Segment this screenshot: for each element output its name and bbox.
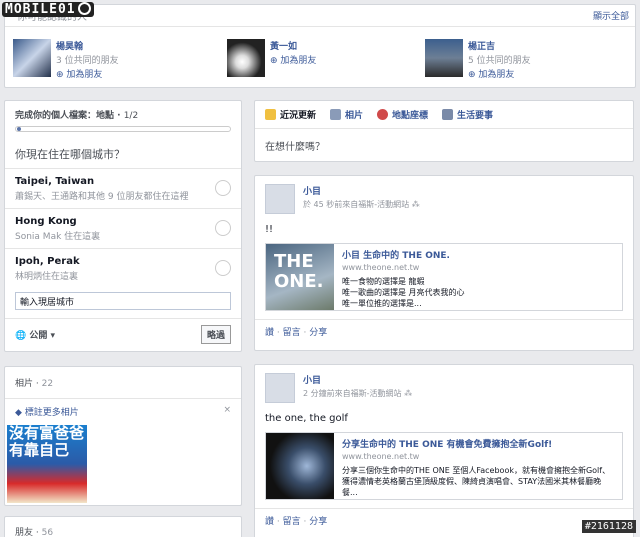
pencil-icon bbox=[265, 109, 276, 120]
progress-fill bbox=[17, 127, 21, 131]
city-friends: Sonia Mak 住在這裏 bbox=[15, 232, 101, 242]
city-name: Taipei, Taiwan bbox=[15, 176, 95, 187]
image-id-stamp: #2161128 bbox=[581, 520, 636, 533]
tag-icon: ◆ bbox=[15, 408, 25, 418]
avatar[interactable] bbox=[13, 39, 51, 77]
status-composer: 近況更新 相片 地點座標 生活要事 在想什麼嗎？ bbox=[254, 100, 634, 162]
photos-card: 相片 · 22 ◆ 標註更多相片 × 沒有富爸爸 有靠自己 bbox=[4, 366, 242, 506]
friends-count: 56 bbox=[41, 528, 54, 537]
people-icon: ⁂ bbox=[409, 200, 420, 209]
post-text: the one, the golf bbox=[265, 413, 348, 424]
add-friend-icon: ⊕ bbox=[270, 56, 281, 66]
progress-bar bbox=[15, 126, 231, 132]
tab-life-event[interactable]: 生活要事 bbox=[442, 108, 493, 121]
link-description: 唯一食物的選擇是 龍蝦 唯一歌曲的選擇是 月亮代表我的心 唯一單位推的選擇是..… bbox=[342, 277, 465, 308]
city-radio[interactable] bbox=[215, 220, 231, 236]
like-link[interactable]: 讚 bbox=[265, 517, 274, 527]
show-all-link[interactable]: 顯示全部 bbox=[593, 9, 629, 22]
person-name[interactable]: 黃一如 bbox=[270, 39, 316, 52]
share-link[interactable]: 分享 bbox=[309, 328, 327, 338]
flag-icon bbox=[442, 109, 454, 120]
comment-link[interactable]: 留言 bbox=[283, 328, 301, 338]
globe-icon: 🌐 bbox=[15, 331, 30, 341]
city-question: 你現在住在哪個城市？ bbox=[15, 148, 125, 161]
avatar[interactable] bbox=[265, 373, 295, 403]
chevron-down-icon: ▾ bbox=[47, 331, 56, 341]
link-title[interactable]: 小目 生命中的 THE ONE. bbox=[342, 248, 465, 261]
photos-count: 22 bbox=[41, 379, 54, 389]
mutual-friends[interactable]: 3 位共同的朋友 bbox=[56, 53, 119, 66]
people-icon: ⁂ bbox=[401, 389, 413, 398]
composer-tabs: 近況更新 相片 地點座標 生活要事 bbox=[255, 101, 633, 129]
city-friends: 蕭錫天、王通路和其他 9 位朋友都住在這裡 bbox=[15, 192, 189, 202]
city-friends: 林明炳住在這裏 bbox=[15, 272, 79, 282]
post-meta[interactable]: 於 45 秒前來自福斯-活動網站 ⁂ bbox=[303, 199, 420, 210]
add-friend-button[interactable]: ⊕ 加為朋友 bbox=[468, 67, 531, 80]
post-header: 小目 2 分鐘前來自福斯-活動網站 ⁂ bbox=[255, 365, 633, 411]
add-friend-icon: ⊕ bbox=[56, 70, 67, 80]
tab-status-update[interactable]: 近況更新 bbox=[265, 108, 316, 121]
share-link[interactable]: 分享 bbox=[309, 517, 327, 527]
tab-place[interactable]: 地點座標 bbox=[377, 108, 428, 121]
post-header: 小目 於 45 秒前來自福斯-活動網站 ⁂ bbox=[255, 176, 633, 222]
close-icon[interactable]: × bbox=[223, 405, 231, 418]
city-option[interactable]: Taipei, Taiwan 蕭錫天、王通路和其他 9 位朋友都住在這裡 bbox=[5, 168, 241, 208]
tab-photo[interactable]: 相片 bbox=[330, 108, 363, 121]
post-actions: 讚 · 留言 · 分享 bbox=[255, 508, 633, 532]
photos-header[interactable]: 相片 · 22 bbox=[5, 367, 241, 399]
current-city-input[interactable]: 輸入現居城市 bbox=[15, 292, 231, 310]
link-thumbnail[interactable]: THE ONE. bbox=[266, 244, 334, 310]
person-name[interactable]: 楊正吉 bbox=[468, 39, 531, 52]
friends-header[interactable]: 朋友 · 56 bbox=[5, 517, 241, 537]
comment-link[interactable]: 留言 bbox=[283, 517, 301, 527]
add-friend-button[interactable]: ⊕ 加為朋友 bbox=[56, 67, 119, 80]
shared-link[interactable]: 分享生命中的 THE ONE 有機會免費擁抱全新Golf! www.theone… bbox=[265, 432, 623, 500]
pymk-person: 楊正吉 5 位共同的朋友 ⊕ 加為朋友 bbox=[425, 39, 531, 80]
city-name: Hong Kong bbox=[15, 216, 77, 227]
pymk-person: 黃一如 ⊕ 加為朋友 bbox=[227, 39, 316, 77]
avatar[interactable] bbox=[227, 39, 265, 77]
feed-post: 小目 2 分鐘前來自福斯-活動網站 ⁂ the one, the golf 分享… bbox=[254, 364, 634, 537]
shared-link[interactable]: THE ONE. 小目 生命中的 THE ONE. www.theone.net… bbox=[265, 243, 623, 311]
city-option[interactable]: Ipoh, Perak 林明炳住在這裏 bbox=[5, 248, 241, 288]
map-pin-icon bbox=[377, 109, 389, 120]
friends-card: 朋友 · 56 bbox=[4, 516, 242, 537]
post-actions: 讚 · 留言 · 分享 bbox=[255, 319, 633, 343]
post-text: !! bbox=[265, 224, 274, 235]
tag-more-photos[interactable]: ◆ 標註更多相片 × bbox=[5, 399, 241, 424]
link-thumbnail[interactable] bbox=[266, 433, 334, 499]
link-description: 分享三個你生命中的THE ONE 至個人Facebook，就有機會擁抱全新Gol… bbox=[342, 466, 611, 497]
feed-post: 小目 於 45 秒前來自福斯-活動網站 ⁂ !! THE ONE. 小目 生命中… bbox=[254, 175, 634, 351]
add-friend-icon: ⊕ bbox=[468, 70, 479, 80]
person-name[interactable]: 楊昊翰 bbox=[56, 39, 119, 52]
skip-button[interactable]: 略過 bbox=[200, 325, 231, 344]
add-friend-button[interactable]: ⊕ 加為朋友 bbox=[270, 53, 316, 66]
post-author[interactable]: 小目 bbox=[303, 184, 420, 197]
pymk-person: 楊昊翰 3 位共同的朋友 ⊕ 加為朋友 bbox=[13, 39, 119, 80]
photo-thumbnail[interactable]: 沒有富爸爸 有靠自己 bbox=[7, 425, 87, 503]
status-input[interactable]: 在想什麼嗎？ bbox=[255, 129, 633, 162]
city-option[interactable]: Hong Kong Sonia Mak 住在這裏 bbox=[5, 208, 241, 248]
city-radio[interactable] bbox=[215, 180, 231, 196]
post-author[interactable]: 小目 bbox=[303, 373, 412, 386]
city-radio[interactable] bbox=[215, 260, 231, 276]
people-you-may-know: 你可能認識的人 顯示全部 楊昊翰 3 位共同的朋友 ⊕ 加為朋友 黃一如 ⊕ 加… bbox=[4, 4, 636, 88]
pymk-header: 你可能認識的人 顯示全部 bbox=[5, 5, 635, 27]
city-name: Ipoh, Perak bbox=[15, 256, 80, 267]
camera-icon bbox=[330, 109, 342, 120]
profile-card-title: 完成你的個人檔案：地點 · 1/2 bbox=[15, 111, 139, 121]
link-url: www.theone.net.tw bbox=[342, 263, 420, 272]
profile-completion-card: 完成你的個人檔案：地點 · 1/2 你現在住在哪個城市？ Taipei, Tai… bbox=[4, 100, 242, 352]
progress-count: 1/2 bbox=[123, 111, 139, 121]
link-url: www.theone.net.tw bbox=[342, 452, 420, 461]
post-meta[interactable]: 2 分鐘前來自福斯-活動網站 ⁂ bbox=[303, 388, 412, 399]
mobile01-watermark: MOBILE01 bbox=[2, 2, 94, 17]
link-title[interactable]: 分享生命中的 THE ONE 有機會免費擁抱全新Golf! bbox=[342, 437, 614, 450]
mutual-friends[interactable]: 5 位共同的朋友 bbox=[468, 53, 531, 66]
like-link[interactable]: 讚 bbox=[265, 328, 274, 338]
avatar[interactable] bbox=[265, 184, 295, 214]
profile-card-footer: 🌐 公開 ▾ 略過 bbox=[5, 318, 241, 350]
privacy-selector[interactable]: 🌐 公開 ▾ bbox=[15, 328, 55, 341]
avatar[interactable] bbox=[425, 39, 463, 77]
